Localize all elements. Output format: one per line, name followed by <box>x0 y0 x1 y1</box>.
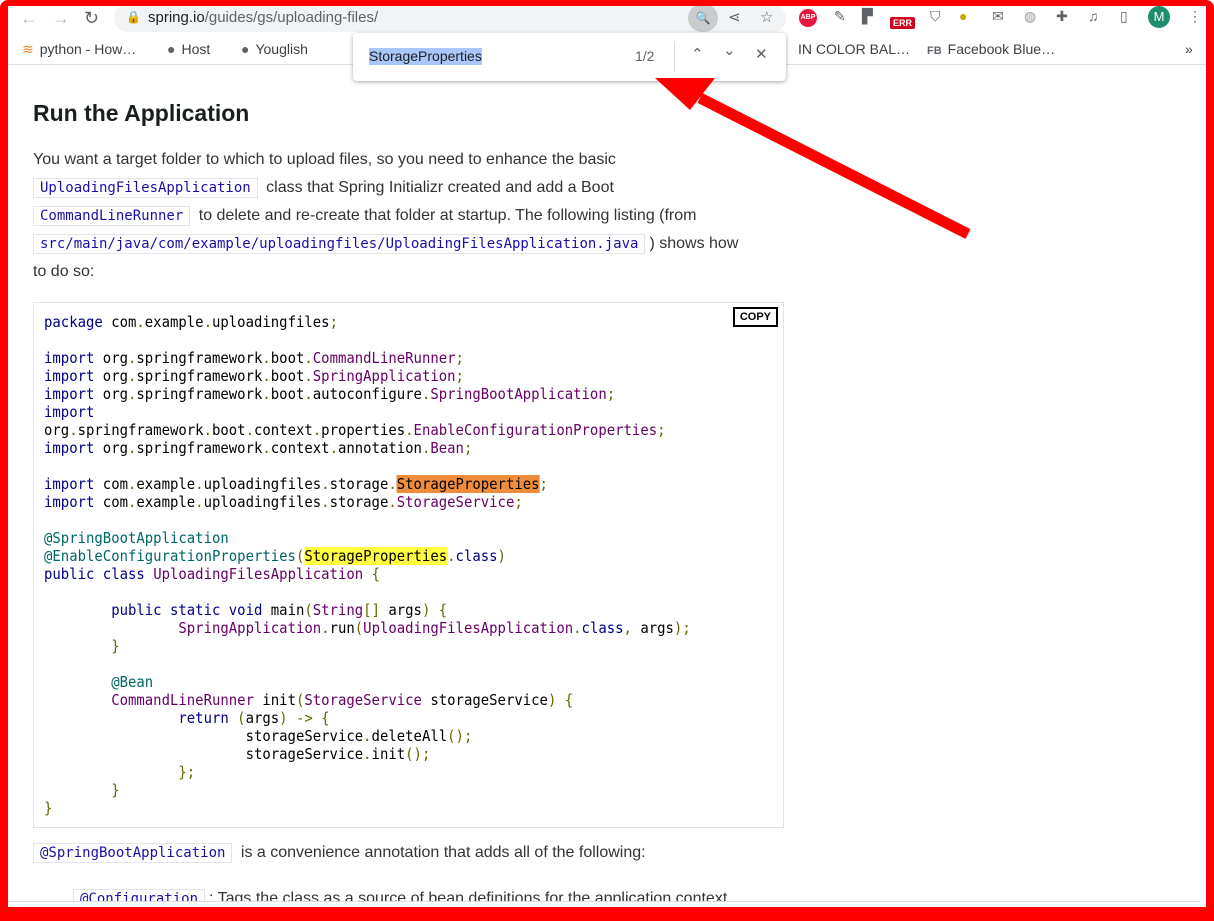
arrow-shaft <box>697 93 971 239</box>
annotation-frame-bottom <box>0 907 1214 921</box>
red-arrow-annotation <box>655 78 971 239</box>
